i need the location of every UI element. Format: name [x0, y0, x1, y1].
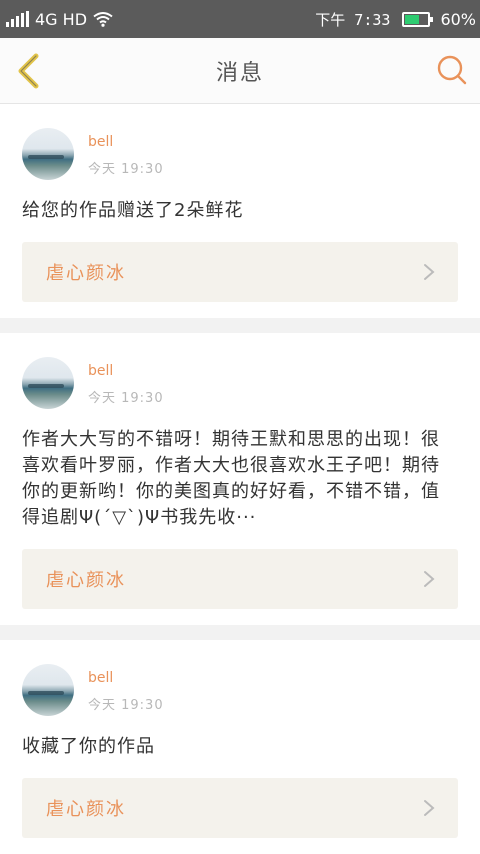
network-type: 4G HD [35, 9, 88, 29]
back-chevron-icon[interactable] [14, 52, 44, 90]
chevron-right-icon [424, 264, 435, 280]
chevron-right-icon [424, 800, 435, 816]
battery-icon [402, 11, 434, 27]
avatar[interactable] [22, 128, 74, 180]
message-content: 作者大大写的不错呀！期待王默和思思的出现！很喜欢看叶罗丽，作者大大也很喜欢水王子… [22, 429, 440, 528]
message-card: bell 今天 19:30 收藏了你的作品 虐心颜冰 [0, 640, 480, 854]
work-link[interactable]: 虐心颜冰 [22, 549, 458, 609]
message-time: 今天 19:30 [88, 390, 164, 406]
username[interactable]: bell [88, 361, 164, 381]
status-time: 下午 7:33 [315, 10, 391, 29]
wifi-icon [93, 12, 113, 27]
battery-percent: 60% [440, 9, 476, 29]
page-title: 消息 [215, 60, 264, 86]
message-time: 今天 19:30 [88, 161, 164, 177]
work-title: 虐心颜冰 [46, 570, 126, 591]
work-link[interactable]: 虐心颜冰 [22, 778, 458, 838]
chevron-right-icon [424, 571, 435, 587]
avatar[interactable] [22, 357, 74, 409]
message-card: bell 今天 19:30 作者大大写的不错呀！期待王默和思思的出现！很喜欢看叶… [0, 333, 480, 625]
work-title: 虐心颜冰 [46, 263, 126, 284]
message-time: 今天 19:30 [88, 697, 164, 713]
work-link[interactable]: 虐心颜冰 [22, 242, 458, 302]
message-content: 给您的作品赠送了2朵鲜花 [22, 200, 244, 221]
message-content: 收藏了你的作品 [22, 736, 155, 757]
username[interactable]: bell [88, 132, 164, 152]
search-icon[interactable] [436, 54, 468, 86]
status-bar: 4G HD 下午 7:33 60% [0, 0, 480, 38]
message-card: bell 今天 19:30 给您的作品赠送了2朵鲜花 虐心颜冰 [0, 104, 480, 318]
avatar[interactable] [22, 664, 74, 716]
work-title: 虐心颜冰 [46, 799, 126, 820]
signal-icon [6, 11, 31, 27]
username[interactable]: bell [88, 668, 164, 688]
message-list: bell 今天 19:30 给您的作品赠送了2朵鲜花 虐心颜冰 bell 今天 … [0, 104, 480, 854]
battery-level [405, 14, 419, 24]
header-bar: 消息 [0, 38, 480, 104]
